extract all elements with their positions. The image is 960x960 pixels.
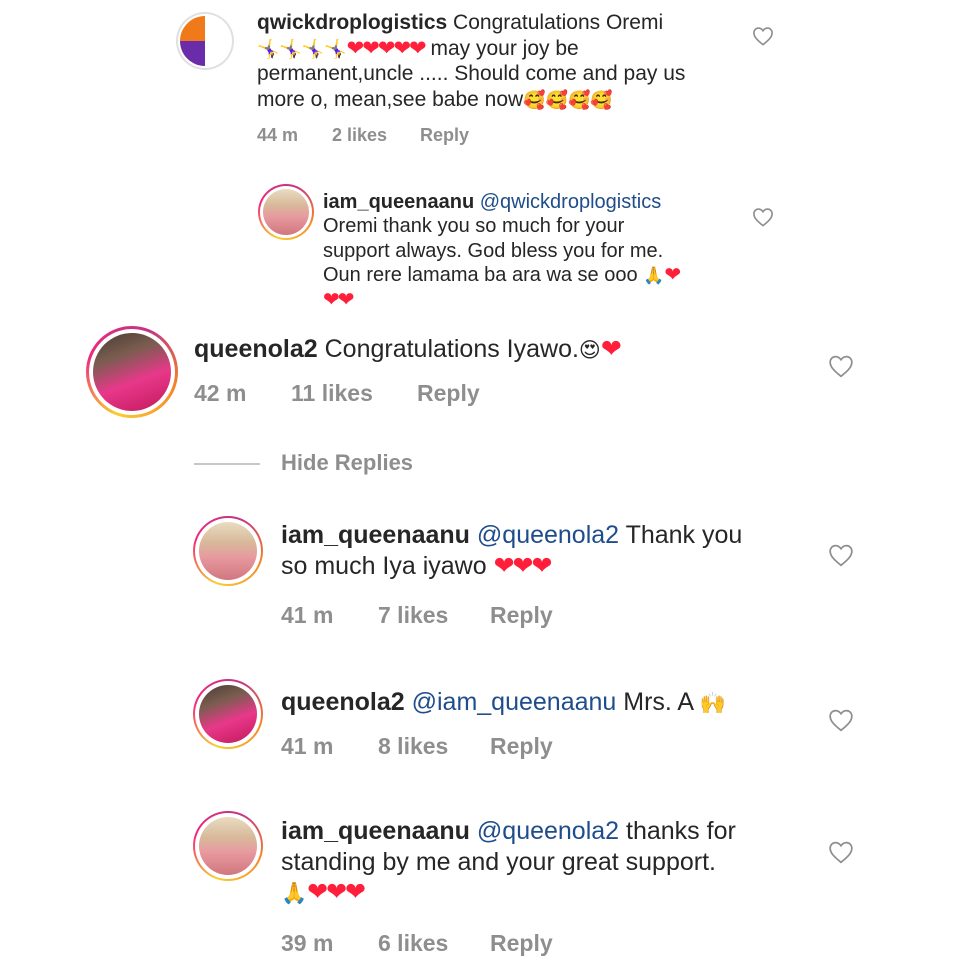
comment-text-line2: so much Iya iyawo xyxy=(281,551,494,580)
pray-emoji: 🙏 xyxy=(643,266,665,286)
avatar[interactable] xyxy=(193,516,263,586)
hide-replies-button[interactable]: Hide Replies xyxy=(281,450,413,476)
avatar-photo xyxy=(263,189,309,235)
comment-text: thanks for xyxy=(619,817,736,845)
avatar-photo xyxy=(199,817,257,875)
heart-outline-icon[interactable] xyxy=(828,708,854,737)
likes-count[interactable]: 2 likes xyxy=(332,125,420,146)
comment-timestamp: 44 m xyxy=(257,125,299,145)
comment-text-line1: Oremi thank you so much for your xyxy=(323,215,625,238)
comment-timestamp: 41 m xyxy=(281,602,334,628)
reply-button[interactable]: Reply xyxy=(420,125,469,146)
heart-eyes-emoji: 😍 xyxy=(578,339,601,362)
comment-timestamp: 41 m xyxy=(281,733,334,759)
likes-count[interactable]: 6 likes xyxy=(378,930,490,957)
likes-count[interactable]: 11 likes xyxy=(291,380,417,407)
likes-count[interactable]: 8 likes xyxy=(378,733,490,760)
hearts-emoji: ❤❤❤ xyxy=(493,551,553,580)
hearts-emoji: ❤ xyxy=(664,264,681,287)
comment-text: Thank you xyxy=(619,521,743,549)
emoji-group: 🥰🥰🥰🥰 xyxy=(523,89,613,110)
avatar[interactable] xyxy=(86,326,178,418)
avatar[interactable] xyxy=(193,811,263,881)
hearts-emoji: ❤ xyxy=(600,335,622,363)
heart-outline-icon[interactable] xyxy=(828,354,854,383)
qwickdrop-logo-icon xyxy=(180,16,230,66)
comment-text-line2: standing by me and your great support. xyxy=(281,847,716,876)
comment-text: Congratulations Oremi xyxy=(453,11,664,34)
comment-text-line2: permanent,uncle ..... Should come and pa… xyxy=(257,62,686,86)
comment-username[interactable]: iam_queenaanu xyxy=(281,521,470,549)
emoji-group: 🤸‍♀️🤸‍♀️🤸‍♀️🤸‍♀️ xyxy=(257,38,347,59)
comment-username[interactable]: queenola2 xyxy=(194,335,318,363)
comment-text-line3: more o, mean,see babe now xyxy=(257,87,524,111)
comment-text: Mrs. A xyxy=(616,688,700,716)
avatar[interactable] xyxy=(176,12,234,70)
reply-button[interactable]: Reply xyxy=(417,380,480,407)
avatar-photo xyxy=(199,685,257,743)
heart-outline-icon[interactable] xyxy=(828,543,854,572)
mention-link[interactable]: @iam_queenaanu xyxy=(412,688,617,716)
comment-username[interactable]: iam_queenaanu xyxy=(281,817,470,845)
raised-hands-emoji: 🙌 xyxy=(699,692,726,715)
reply-button[interactable]: Reply xyxy=(490,733,553,760)
comment-text-line3: Oun rere lamama ba ara wa se ooo xyxy=(323,264,644,287)
heart-outline-icon[interactable] xyxy=(752,207,774,232)
avatar[interactable] xyxy=(193,679,263,749)
comment-text-line2: support always. God bless you for me. xyxy=(323,239,664,262)
hearts-emoji: ❤❤ xyxy=(323,288,354,311)
hearts-emoji: ❤❤❤ xyxy=(307,878,366,906)
comment-username[interactable]: qwickdroplogistics xyxy=(257,11,447,34)
heart-outline-icon[interactable] xyxy=(828,840,854,869)
comment-text-cont: may your joy be xyxy=(424,36,579,60)
comment-username[interactable]: queenola2 xyxy=(281,688,405,716)
reply-button[interactable]: Reply xyxy=(490,602,553,629)
comment-username[interactable]: iam_queenaanu xyxy=(323,191,474,213)
mention-link[interactable]: @queenola2 xyxy=(477,817,619,845)
avatar-photo xyxy=(199,522,257,580)
comment-timestamp: 42 m xyxy=(194,380,247,406)
mention-link[interactable]: @queenola2 xyxy=(477,521,619,549)
mention-link[interactable]: @qwickdroplogistics xyxy=(480,191,661,213)
avatar[interactable] xyxy=(258,184,314,240)
comment-text: Congratulations Iyawo. xyxy=(324,335,579,363)
avatar-photo xyxy=(93,333,171,411)
reply-button[interactable]: Reply xyxy=(490,930,553,957)
divider xyxy=(194,463,260,465)
heart-outline-icon[interactable] xyxy=(752,26,774,51)
pray-emoji: 🙏 xyxy=(281,882,308,905)
comment-timestamp: 39 m xyxy=(281,930,334,956)
likes-count[interactable]: 7 likes xyxy=(378,602,490,629)
hearts-emoji: ❤❤❤❤❤ xyxy=(346,36,427,60)
